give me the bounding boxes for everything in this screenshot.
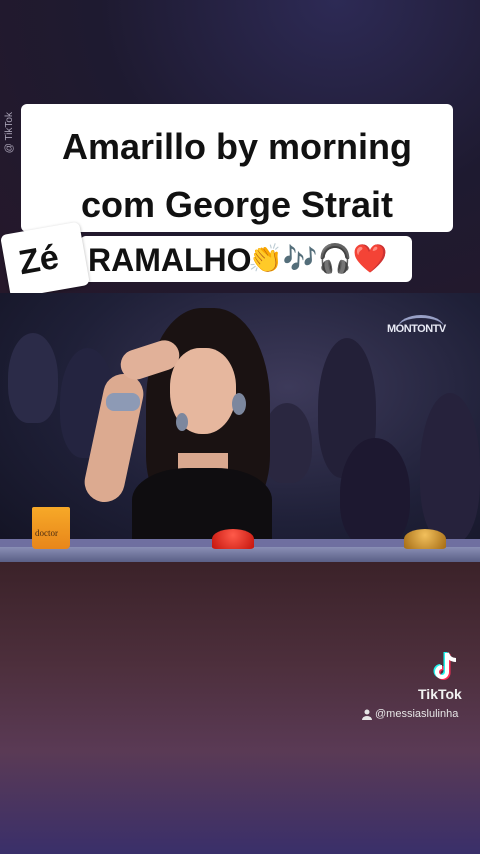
red-buzzer-button	[212, 529, 254, 549]
caption-line-2: com George Strait	[80, 184, 394, 225]
judges-desk	[0, 547, 480, 562]
tiktok-wordmark: TikTok	[418, 686, 462, 702]
tiktok-handle: @messiaslulinha	[375, 708, 459, 720]
subtitle-text: RAMALHO	[88, 242, 252, 278]
audience-member	[420, 393, 480, 543]
subtitle-box: RAMALHO 👏🎶🎧❤️	[80, 236, 412, 282]
cup-label: doctor	[35, 528, 58, 538]
earring	[176, 413, 188, 431]
audience-member	[340, 438, 410, 548]
user-icon	[362, 709, 372, 720]
golden-buzzer-button	[404, 529, 446, 549]
video-frame[interactable]: MONTONTV doctor	[0, 293, 480, 562]
bracelet	[106, 393, 140, 411]
name-tag-text: Zé	[15, 237, 62, 283]
tiktok-icon	[433, 652, 457, 680]
earring	[232, 393, 246, 415]
caption-line-1: Amarillo by morning	[61, 126, 413, 167]
audience-member	[8, 333, 58, 423]
name-tag: Zé	[0, 221, 90, 299]
emoji-row: 👏🎶🎧❤️	[248, 243, 388, 274]
caption-box: Amarillo by morning com George Strait	[21, 104, 453, 232]
side-watermark: @ TikTok	[4, 112, 15, 154]
channel-logo: MONTONTV	[387, 323, 446, 335]
